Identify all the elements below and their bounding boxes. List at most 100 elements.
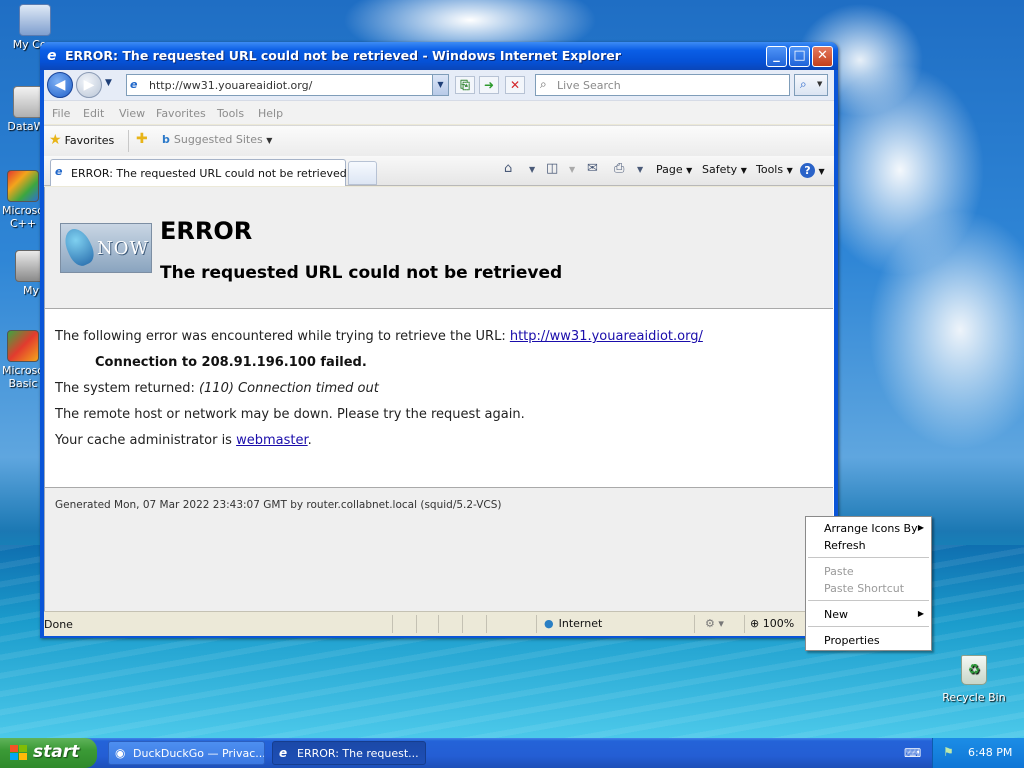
menu-item-arrange-icons-by[interactable]: Arrange Icons By [824,522,918,535]
stop-button[interactable]: ✕ [505,76,525,94]
generated-info: Generated Mon, 07 Mar 2022 23:43:07 GMT … [55,499,502,511]
minimize-button[interactable]: _ [766,46,787,67]
ie-window: e ERROR: The requested URL could not be … [40,42,838,638]
address-url[interactable]: http://ww31.youareaidiot.org/ [149,79,312,92]
menu-separator [808,626,929,627]
status-text: Done [44,618,73,631]
error-footer: Generated Mon, 07 Mar 2022 23:43:07 GMT … [45,488,833,611]
print-icon[interactable]: ⎙ [614,161,624,176]
computer-icon [19,4,51,36]
menu-item-refresh[interactable]: Refresh [824,539,866,552]
menu-item-new[interactable]: New [824,608,848,621]
status-divider [694,615,695,633]
windows-logo-icon [10,745,28,761]
cache-admin-suffix: . [307,433,312,448]
squid-logo: NOW [60,223,152,273]
menu-tools[interactable]: Tools [217,107,244,120]
taskbar-item-duckduckgo[interactable]: ◉ DuckDuckGo — Privac... [108,741,265,765]
help-icon: ? [800,163,815,178]
home-icon[interactable]: ⌂ [504,161,512,176]
feeds-icon[interactable]: ◫ [546,161,558,176]
menu-separator [808,600,929,601]
error-subheading: The requested URL could not be retrieved [160,263,563,283]
address-bar[interactable]: e http://ww31.youareaidiot.org/ ▼ [126,74,449,96]
taskbar-item-label: DuckDuckGo — Privac... [133,747,265,760]
add-to-favorites-bar-icon[interactable]: ✚ [136,131,148,147]
close-button[interactable]: ✕ [812,46,833,67]
safety-menu-label: Safety [702,163,738,176]
back-button[interactable]: ◀ [47,72,73,98]
network-tray-icon[interactable]: ⚑ [943,745,954,759]
webmaster-link[interactable]: webmaster [236,433,308,448]
search-options-dropdown-icon[interactable]: ▼ [817,80,822,88]
logo-text: NOW [97,238,150,259]
title-bar[interactable]: e ERROR: The requested URL could not be … [40,42,838,70]
error-heading: ERROR [160,217,253,245]
search-placeholder[interactable]: Live Search [557,79,621,92]
security-zone-label: Internet [558,617,603,630]
clock[interactable]: 6:48 PM [968,746,1012,759]
help-menu[interactable]: ? ▼ [800,163,825,178]
keyboard-icon[interactable]: ⌨ [904,746,921,760]
compatibility-view-button[interactable]: ⎘ [455,76,475,94]
search-box[interactable]: ⌕ Live Search [535,74,790,96]
page-menu[interactable]: Page ▼ [656,163,692,176]
page-content: NOW ERROR The requested URL could not be… [44,187,834,611]
favorites-star-icon: ★ [49,132,62,148]
home-dropdown-icon[interactable]: ▼ [529,165,535,174]
forward-button[interactable]: ▶ [76,72,102,98]
menu-view[interactable]: View [119,107,145,120]
tab-label: ERROR: The requested URL could not be re… [71,167,347,180]
feeds-dropdown-icon[interactable]: ▼ [569,165,575,174]
address-toolbar: ◀ ▶ ▼ e http://ww31.youareaidiot.org/ ▼ … [44,70,834,100]
go-button[interactable]: ➜ [479,76,499,94]
window-title: ERROR: The requested URL could not be re… [65,48,621,63]
menu-edit[interactable]: Edit [83,107,104,120]
suggested-sites-button[interactable]: b Suggested Sites ▼ [162,133,272,146]
submenu-arrow-icon: ▶ [917,523,924,532]
status-divider [462,615,463,633]
bing-icon: b [162,133,170,146]
start-button[interactable]: start [0,738,97,768]
taskbar-item-ie-error[interactable]: e ERROR: The request... [272,741,426,765]
menu-file[interactable]: File [52,107,70,120]
menu-help[interactable]: Help [258,107,283,120]
error-header: NOW ERROR The requested URL could not be… [45,187,833,309]
recycle-bin-label: Recycle Bin [942,691,1006,704]
status-divider [536,615,537,633]
read-mail-icon[interactable]: ✉ [587,161,598,176]
system-error-text: (110) Connection timed out [198,381,379,396]
tab-error-page[interactable]: e ERROR: The requested URL could not be … [50,159,347,186]
suggested-sites-label: Suggested Sites [173,133,263,146]
tab-bar: e ERROR: The requested URL could not be … [44,156,834,186]
menu-item-properties[interactable]: Properties [824,634,880,647]
desktop-context-menu: Arrange Icons By ▶ Refresh Paste Paste S… [805,516,932,651]
error-intro-text: The following error was encountered whil… [55,329,506,344]
chevron-down-icon: ▼ [686,166,693,175]
taskbar: start ◉ DuckDuckGo — Privac... e ERROR: … [0,738,1024,768]
security-zone[interactable]: ● Internet [544,617,602,630]
favorites-button[interactable]: ★ Favorites [49,132,114,148]
safety-menu[interactable]: Safety ▼ [702,163,747,176]
maximize-button[interactable]: □ [789,46,810,67]
page-icon: e [130,78,138,91]
zoom-icon: ⊕ [750,617,760,630]
remote-host-message: The remote host or network may be down. … [55,407,525,422]
recent-pages-dropdown[interactable]: ▼ [105,78,112,88]
page-menu-label: Page [656,163,683,176]
print-dropdown-icon[interactable]: ▼ [637,165,643,174]
protected-mode-icon[interactable]: ⚙ ▾ [705,617,724,630]
address-dropdown-icon[interactable]: ▼ [432,75,448,95]
menu-favorites[interactable]: Favorites [156,107,206,120]
error-intro-line: The following error was encountered whil… [55,329,703,344]
requested-url-link[interactable]: http://ww31.youareaidiot.org/ [510,329,703,344]
search-button[interactable]: ⌕ ▼ [794,74,828,96]
visual-studio-icon [7,170,39,202]
chevron-down-icon: ▼ [266,136,273,145]
zoom-level[interactable]: ⊕ 100% [750,617,794,630]
new-tab-button[interactable] [348,161,377,185]
tools-menu[interactable]: Tools ▼ [756,163,793,176]
favorites-bar: ★ Favorites ✚ b Suggested Sites ▼ [44,125,834,156]
desktop-icon-recycle-bin[interactable]: ♻ Recycle Bin [940,655,1008,704]
system-returned-line: The system returned: (110) Connection ti… [55,381,379,396]
